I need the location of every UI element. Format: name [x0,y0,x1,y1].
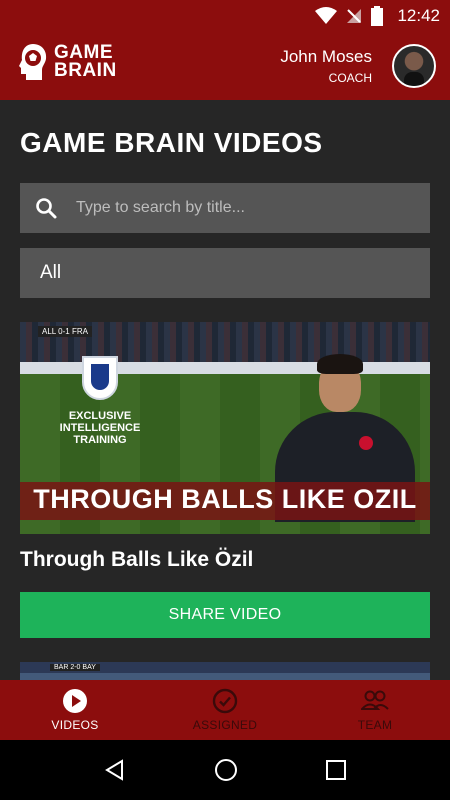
thumb-title-overlay: THROUGH BALLS LIKE OZIL [33,484,417,514]
bottom-tab-bar: VIDEOS ASSIGNED TEAM [0,680,450,740]
tab-videos-label: VIDEOS [51,718,99,732]
page-title: GAME BRAIN VIDEOS [20,127,323,158]
back-icon[interactable] [104,759,126,781]
logo-text: GAME BRAIN [54,43,117,81]
search-icon [36,198,57,219]
share-video-button[interactable]: SHARE VIDEO [20,592,430,638]
category-filter-select[interactable]: All [20,248,430,298]
user-role: COACH [328,71,372,85]
filter-selected-value: All [40,262,62,283]
thumb-subtitle: EXCLUSIVE INTELLIGENCE TRAINING [59,410,141,446]
video-title: Through Balls Like Özil [20,548,254,571]
tab-videos[interactable]: VIDEOS [0,680,150,740]
tab-team[interactable]: TEAM [300,680,450,740]
user-name: John Moses [280,47,372,66]
game-brain-logo[interactable]: GAME BRAIN [18,42,117,82]
recents-icon[interactable] [326,760,346,780]
search-bar[interactable] [20,183,430,233]
app-header: GAME BRAIN John Moses COACH [0,32,450,100]
system-nav-bar [0,740,450,800]
fa-crest-icon [82,356,118,400]
brain-ball-icon [19,44,47,80]
status-time: 12:42 [397,6,440,25]
tab-assigned[interactable]: ASSIGNED [150,680,300,740]
check-circle-icon [212,688,238,714]
home-icon[interactable] [214,758,238,782]
battery-icon [371,6,384,26]
avatar[interactable] [392,44,436,88]
next-thumb-scoreboard: BAR 2-0 BAY [50,664,100,671]
team-icon [361,690,389,710]
tab-team-label: TEAM [357,718,393,732]
no-signal-icon [347,9,362,23]
status-bar: 12:42 [0,0,450,32]
video-thumbnail[interactable]: ALL 0-1 FRA EXCLUSIVE INTELLIGENCE TRAIN… [20,322,430,534]
play-circle-icon [63,689,87,713]
tab-assigned-label: ASSIGNED [192,718,258,732]
next-video-thumbnail[interactable]: BAR 2-0 BAY [20,662,430,680]
user-info[interactable]: John Moses COACH [280,46,372,86]
logo-line2: BRAIN [54,60,117,81]
thumb-scoreboard: ALL 0-1 FRA [38,326,92,337]
search-input[interactable] [76,199,406,217]
wifi-icon [315,7,338,24]
